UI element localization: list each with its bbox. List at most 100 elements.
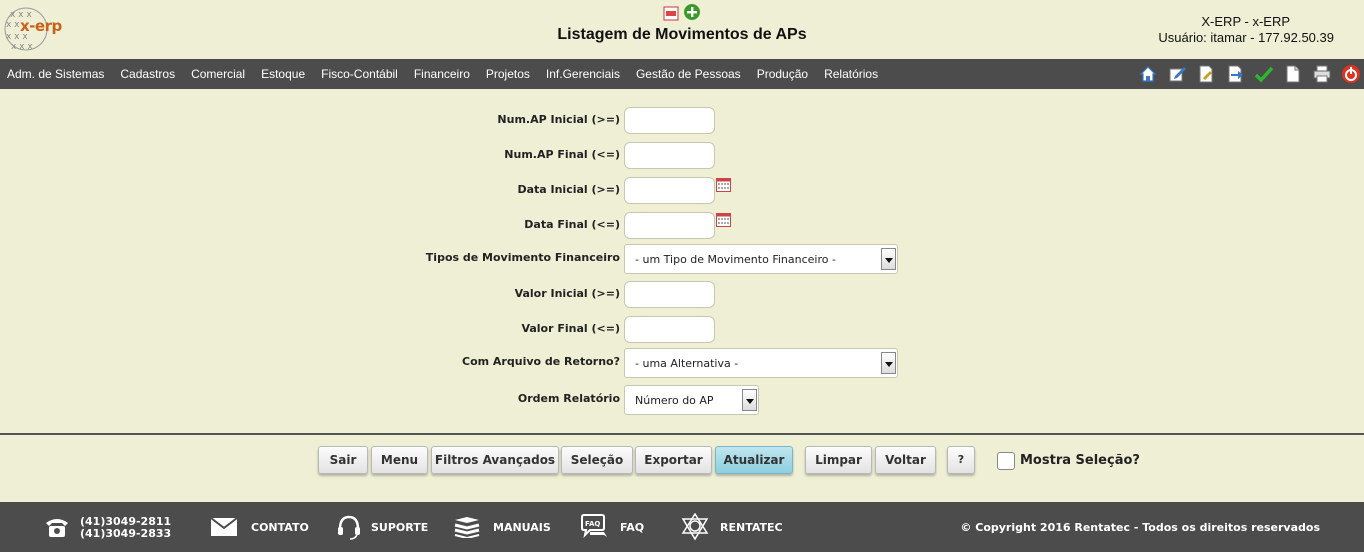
printer-icon[interactable] xyxy=(1312,64,1332,84)
valor-final-label: Valor Final (<=) xyxy=(521,322,620,335)
footer-manuais[interactable]: MANUAIS xyxy=(453,502,551,552)
sair-button[interactable]: Sair xyxy=(318,446,368,474)
envelope-icon xyxy=(210,517,238,536)
calendar-icon[interactable] xyxy=(716,213,731,227)
menu-relatorios[interactable]: Relatórios xyxy=(824,67,878,81)
telephone-icon xyxy=(46,519,68,537)
num-ap-inicial-input[interactable] xyxy=(624,107,715,134)
add-circle-icon[interactable] xyxy=(684,4,700,20)
valor-inicial-input[interactable] xyxy=(624,281,715,308)
menu-estoque[interactable]: Estoque xyxy=(261,67,305,81)
num-ap-final-label: Num.AP Final (<=) xyxy=(504,148,620,161)
edit-doc-icon[interactable] xyxy=(1167,64,1187,84)
menu-projetos[interactable]: Projetos xyxy=(486,67,530,81)
calendar-icon[interactable] xyxy=(716,178,731,192)
mostra-selecao-label: Mostra Seleção? xyxy=(1020,453,1140,468)
phone-2: (41)3049-2833 xyxy=(80,527,172,540)
arquivo-retorno-select[interactable]: - uma Alternativa - xyxy=(624,348,898,378)
menu-cadastros[interactable]: Cadastros xyxy=(120,67,175,81)
faq-bubble-icon: FAQ xyxy=(581,514,607,539)
filtros-avancados-button[interactable]: Filtros Avançados xyxy=(431,446,559,474)
arquivo-retorno-label: Com Arquivo de Retorno? xyxy=(462,355,620,368)
header-action-icons xyxy=(663,4,700,21)
footer-contato[interactable]: CONTATO xyxy=(210,502,309,552)
exportar-button[interactable]: Exportar xyxy=(635,446,712,474)
data-final-input[interactable] xyxy=(624,212,715,239)
ordem-relatorio-label: Ordem Relatório xyxy=(517,392,620,405)
divider xyxy=(0,433,1364,435)
footer-phone xyxy=(44,502,70,552)
ordem-relatorio-select[interactable]: Número do AP xyxy=(624,385,759,415)
power-icon[interactable] xyxy=(1341,64,1361,84)
row-valor-final: Valor Final (<=) xyxy=(0,315,1364,345)
main-menu-bar: Adm. de Sistemas Cadastros Comercial Est… xyxy=(0,59,1364,89)
toolbar-icons xyxy=(1138,64,1364,84)
rentatec-logo-icon xyxy=(681,513,709,541)
page-header: x x x x x x x x x x x x-erp Listagem de … xyxy=(0,0,1364,59)
export-doc-icon[interactable] xyxy=(1225,64,1245,84)
menu-producao[interactable]: Produção xyxy=(757,67,808,81)
tipos-movimento-value: - um Tipo de Movimento Financeiro - xyxy=(635,253,836,266)
menu-adm-sistemas[interactable]: Adm. de Sistemas xyxy=(7,67,104,81)
num-ap-final-input[interactable] xyxy=(624,142,715,169)
svg-text:FAQ: FAQ xyxy=(585,520,600,528)
row-num-ap-final: Num.AP Final (<=) xyxy=(0,141,1364,171)
system-name: X-ERP - x-ERP xyxy=(1201,14,1290,29)
menu-button[interactable]: Menu xyxy=(371,446,428,474)
footer-rentatec[interactable]: RENTATEC xyxy=(680,502,783,552)
selecao-button[interactable]: Seleção xyxy=(561,446,633,474)
chevron-down-icon[interactable] xyxy=(881,352,896,374)
faq-link[interactable]: FAQ xyxy=(620,521,644,534)
row-ordem-relatorio: Ordem Relatório Número do AP xyxy=(0,385,1364,415)
row-data-final: Data Final (<=) xyxy=(0,211,1364,241)
chevron-down-icon[interactable] xyxy=(742,389,757,411)
chevron-down-icon[interactable] xyxy=(881,248,896,270)
logo-text: x-erp xyxy=(20,17,62,35)
tipos-movimento-select[interactable]: - um Tipo de Movimento Financeiro - xyxy=(624,244,898,274)
data-inicial-label: Data Inicial (>=) xyxy=(517,183,620,196)
document-edit-icon[interactable] xyxy=(1196,64,1216,84)
books-icon xyxy=(454,517,480,538)
row-data-inicial: Data Inicial (>=) xyxy=(0,176,1364,206)
page-footer: (41)3049-2811 (41)3049-2833 CONTATO SUPO… xyxy=(0,502,1364,552)
data-final-label: Data Final (<=) xyxy=(524,218,620,231)
checkmark-icon[interactable] xyxy=(1254,64,1274,84)
row-arquivo-retorno: Com Arquivo de Retorno? - uma Alternativ… xyxy=(0,348,1364,378)
limpar-button[interactable]: Limpar xyxy=(805,446,872,474)
tipos-movimento-label: Tipos de Movimento Financeiro xyxy=(425,251,620,264)
menu-financeiro[interactable]: Financeiro xyxy=(414,67,470,81)
menu-fisco-contabil[interactable]: Fisco-Contábil xyxy=(321,67,398,81)
new-document-icon[interactable] xyxy=(1283,64,1303,84)
data-inicial-input[interactable] xyxy=(624,177,715,204)
home-icon[interactable] xyxy=(1138,64,1158,84)
valor-final-input[interactable] xyxy=(624,316,715,343)
user-info: Usuário: itamar - 177.92.50.39 xyxy=(1158,30,1334,45)
copyright-text: © Copyright 2016 Rentatec - Todos os dir… xyxy=(960,521,1320,534)
headset-icon xyxy=(338,515,360,540)
valor-inicial-label: Valor Inicial (>=) xyxy=(514,287,620,300)
phone-numbers: (41)3049-2811 (41)3049-2833 xyxy=(80,516,171,540)
manuais-link[interactable]: MANUAIS xyxy=(493,521,551,534)
footer-faq[interactable]: FAQ FAQ xyxy=(580,502,644,552)
menu-inf-gerenciais[interactable]: Inf.Gerenciais xyxy=(546,67,620,81)
suporte-link[interactable]: SUPORTE xyxy=(371,521,428,534)
row-num-ap-inicial: Num.AP Inicial (>=) xyxy=(0,106,1364,136)
row-tipos-movimento: Tipos de Movimento Financeiro - um Tipo … xyxy=(0,244,1364,274)
contato-link[interactable]: CONTATO xyxy=(251,521,309,534)
page-title: Listagem de Movimentos de APs xyxy=(557,26,807,43)
help-button[interactable]: ? xyxy=(947,446,975,474)
svg-text:x x x: x x x xyxy=(11,42,33,52)
num-ap-inicial-label: Num.AP Inicial (>=) xyxy=(497,113,620,126)
arquivo-retorno-value: - uma Alternativa - xyxy=(635,357,739,370)
footer-suporte[interactable]: SUPORTE xyxy=(336,502,428,552)
row-valor-inicial: Valor Inicial (>=) xyxy=(0,280,1364,310)
atualizar-button[interactable]: Atualizar xyxy=(715,446,793,474)
menu-comercial[interactable]: Comercial xyxy=(191,67,245,81)
menu-gestao-pessoas[interactable]: Gestão de Pessoas xyxy=(636,67,741,81)
rentatec-link[interactable]: RENTATEC xyxy=(720,521,783,534)
ordem-relatorio-value: Número do AP xyxy=(635,394,714,407)
svg-text:x x: x x xyxy=(6,20,20,30)
pdf-icon[interactable] xyxy=(663,6,679,21)
voltar-button[interactable]: Voltar xyxy=(875,446,936,474)
mostra-selecao-checkbox[interactable] xyxy=(997,452,1015,470)
